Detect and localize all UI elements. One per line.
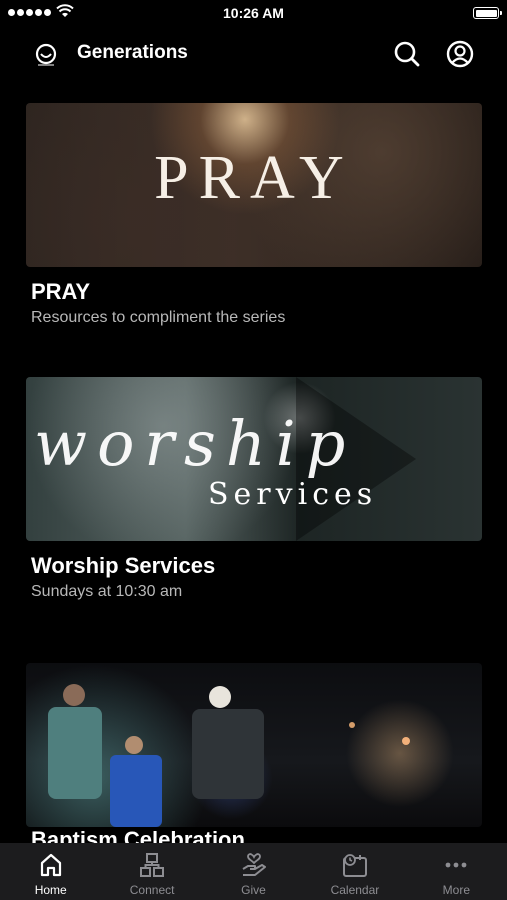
worship-card[interactable]: worship Services Worship Services Sunday… xyxy=(26,377,482,600)
home-icon xyxy=(40,853,61,877)
pray-banner-text: PRAY xyxy=(154,144,354,212)
tab-give[interactable]: Give xyxy=(203,843,304,900)
baptism-photo-figures xyxy=(48,684,410,827)
give-icon xyxy=(242,853,266,876)
app-header: Generations xyxy=(0,30,507,76)
tab-label: Calendar xyxy=(330,883,380,897)
more-icon xyxy=(445,862,467,868)
search-icon[interactable] xyxy=(391,38,423,70)
status-bar: 10:26 AM xyxy=(0,0,507,26)
app-title: Generations xyxy=(77,42,188,63)
tab-label: Connect xyxy=(129,883,175,897)
bottom-tab-bar: Home Connect Give Calendar More xyxy=(0,843,507,900)
tab-label: Give xyxy=(241,883,266,897)
status-time: 10:26 AM xyxy=(223,5,284,21)
battery-icon xyxy=(473,7,502,19)
card-subtitle: Sundays at 10:30 am xyxy=(31,583,183,600)
calendar-icon xyxy=(342,854,367,877)
worship-banner-script-text: worship xyxy=(34,407,356,480)
tab-more[interactable]: More xyxy=(406,843,507,900)
tab-label: More xyxy=(442,883,470,897)
worship-banner-image[interactable]: worship Services xyxy=(26,377,482,541)
tab-home[interactable]: Home xyxy=(0,843,101,900)
church-logo-icon xyxy=(35,43,57,66)
profile-icon[interactable] xyxy=(444,38,476,70)
tab-connect[interactable]: Connect xyxy=(101,843,202,900)
card-subtitle: Resources to compliment the series xyxy=(31,309,286,326)
card-title: Worship Services xyxy=(31,553,216,578)
connect-icon xyxy=(140,853,165,877)
baptism-photo-image[interactable] xyxy=(26,663,482,827)
card-title: PRAY xyxy=(31,279,91,304)
tab-label: Home xyxy=(34,883,67,897)
pray-card[interactable]: PRAY PRAY Resources to compliment the se… xyxy=(26,103,482,326)
baptism-card[interactable]: Baptism Celebration xyxy=(26,663,482,852)
worship-banner-services-text: Services xyxy=(208,477,378,512)
tab-calendar[interactable]: Calendar xyxy=(304,843,405,900)
pray-banner-image[interactable]: PRAY xyxy=(26,103,482,267)
